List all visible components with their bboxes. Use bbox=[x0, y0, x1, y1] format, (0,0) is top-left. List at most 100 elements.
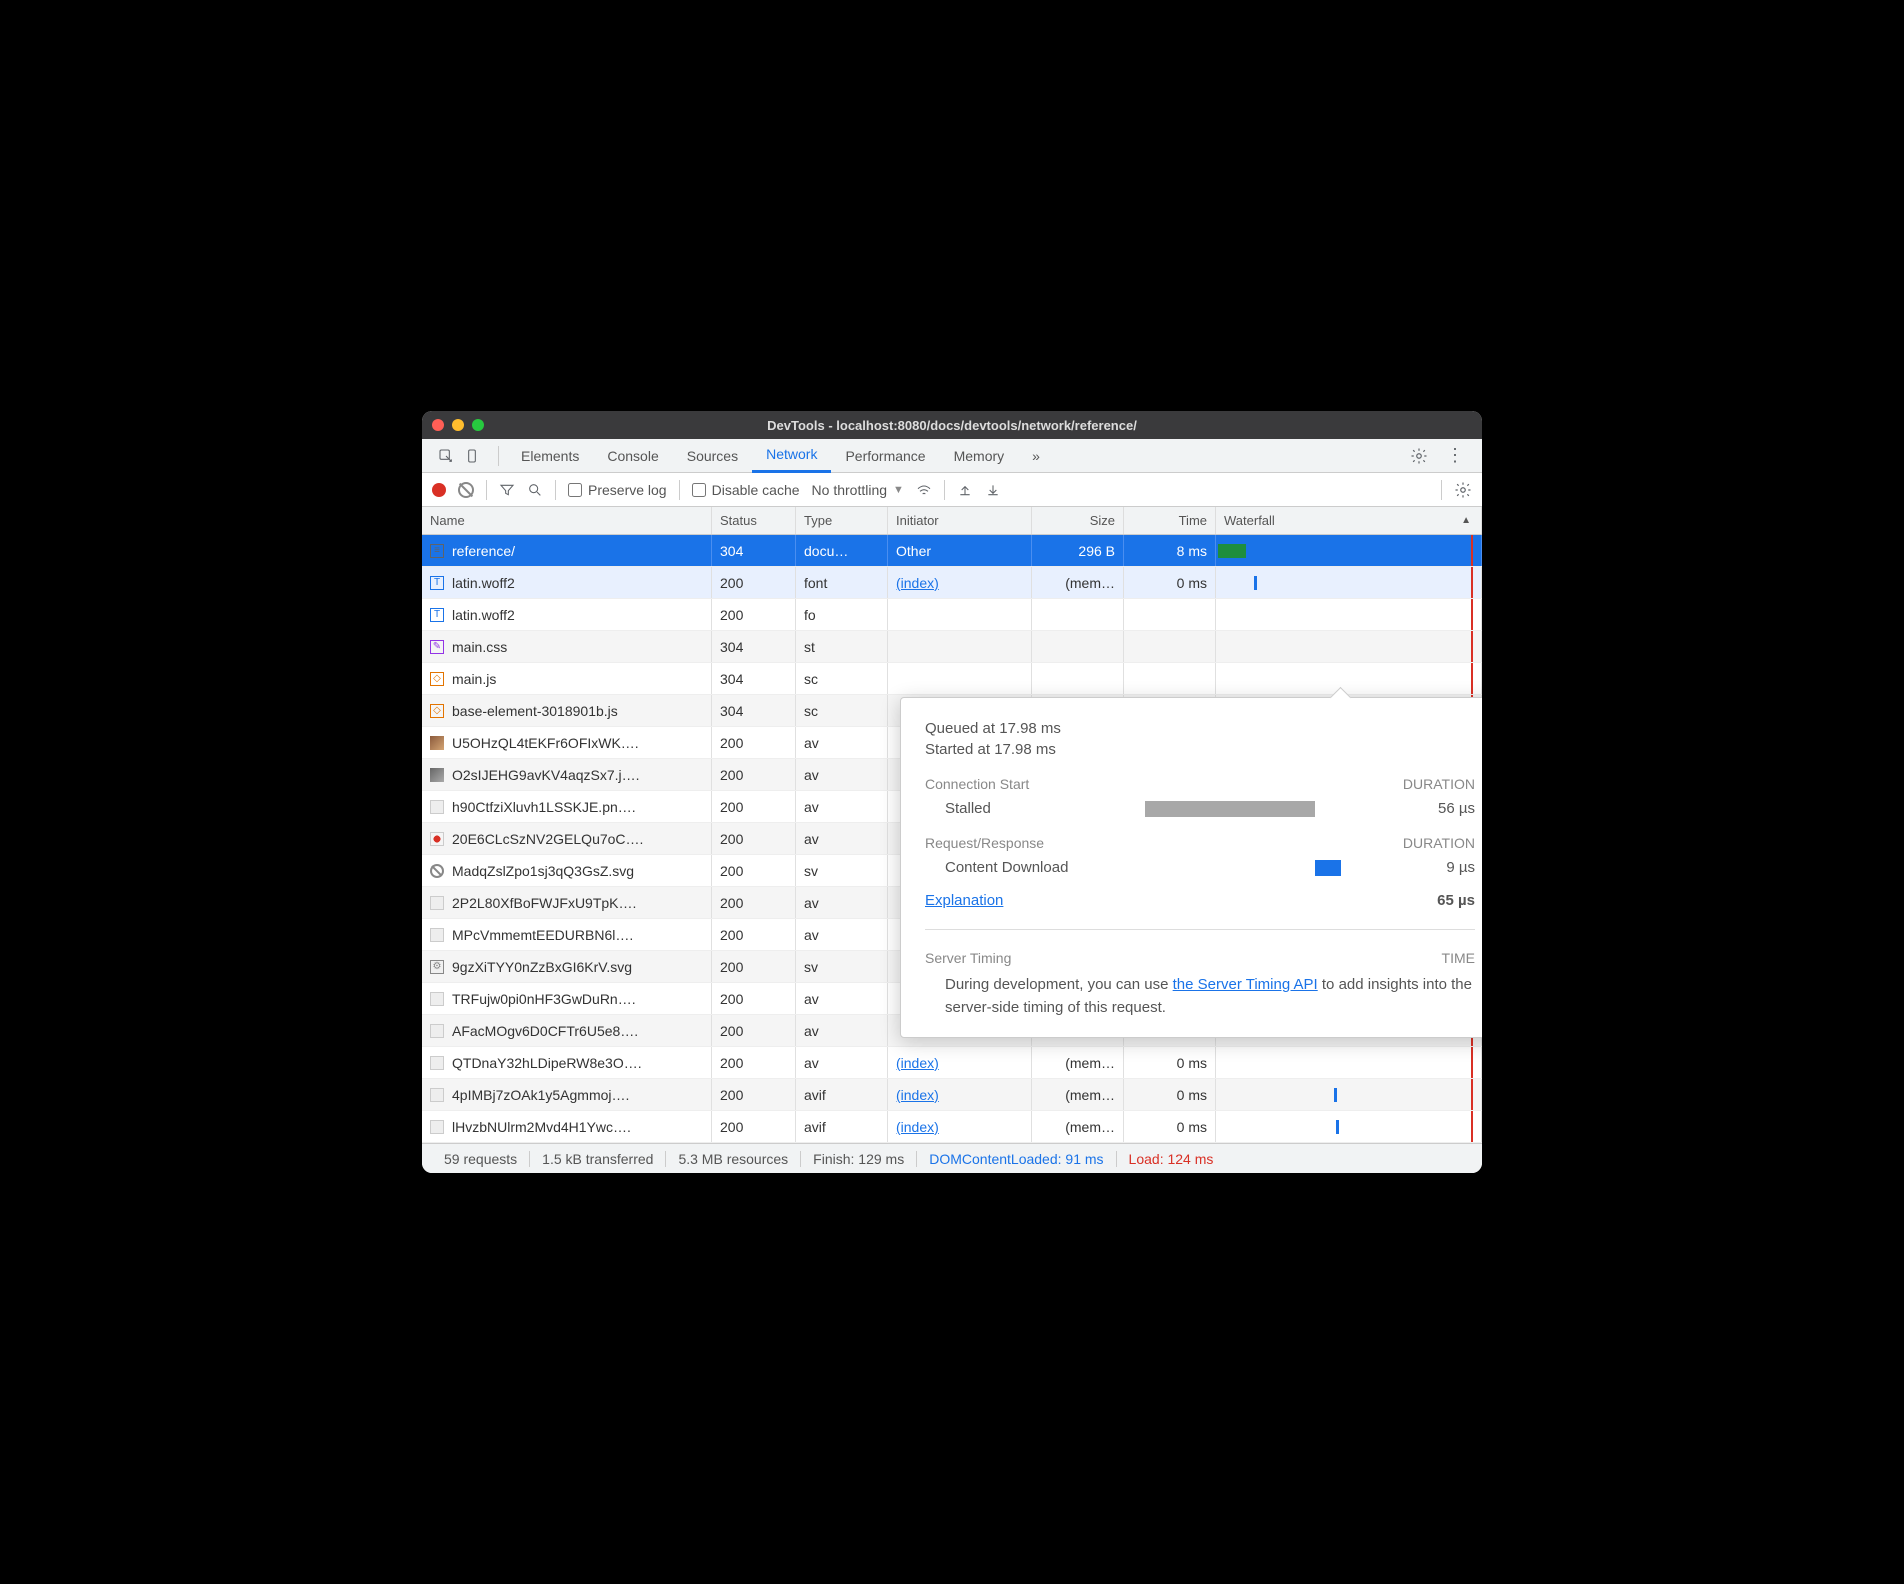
cell-name: ✎main.css bbox=[422, 631, 712, 662]
col-size[interactable]: Size bbox=[1032, 507, 1124, 534]
time-heading: TIME bbox=[1442, 950, 1475, 966]
upload-har-icon[interactable] bbox=[957, 482, 973, 498]
duration-heading: DURATION bbox=[1403, 776, 1475, 792]
request-name: AFacMOgv6D0CFTr6U5e8…. bbox=[452, 1023, 638, 1039]
more-menu-icon[interactable]: ⋮ bbox=[1446, 445, 1464, 466]
cell-size: (mem… bbox=[1032, 1079, 1124, 1110]
tab-sources[interactable]: Sources bbox=[673, 439, 752, 473]
initiator-link[interactable]: (index) bbox=[896, 575, 939, 591]
col-type[interactable]: Type bbox=[796, 507, 888, 534]
queued-at: Queued at 17.98 ms bbox=[925, 720, 1475, 737]
col-initiator[interactable]: Initiator bbox=[888, 507, 1032, 534]
tab-console[interactable]: Console bbox=[593, 439, 672, 473]
request-name: latin.woff2 bbox=[452, 575, 515, 591]
maximize-window-button[interactable] bbox=[472, 419, 484, 431]
cell-type: sc bbox=[796, 695, 888, 726]
table-row[interactable]: ◇main.js304sc bbox=[422, 663, 1482, 695]
cell-type: av bbox=[796, 823, 888, 854]
devtools-window: DevTools - localhost:8080/docs/devtools/… bbox=[422, 411, 1482, 1173]
cell-initiator bbox=[888, 631, 1032, 662]
cell-type: sv bbox=[796, 855, 888, 886]
cell-time: 0 ms bbox=[1124, 1047, 1216, 1078]
download-har-icon[interactable] bbox=[985, 482, 1001, 498]
table-row[interactable]: Tlatin.woff2200font(index)(mem…0 ms bbox=[422, 567, 1482, 599]
table-row[interactable]: ✎main.css304st bbox=[422, 631, 1482, 663]
table-row[interactable]: ≡reference/304docu…Other296 B8 ms bbox=[422, 535, 1482, 567]
settings-icon[interactable] bbox=[1410, 447, 1428, 465]
cell-type: av bbox=[796, 791, 888, 822]
table-row[interactable]: Tlatin.woff2200fo bbox=[422, 599, 1482, 631]
font-icon: T bbox=[430, 576, 444, 590]
server-timing-api-link[interactable]: the Server Timing API bbox=[1173, 976, 1318, 993]
cell-type: av bbox=[796, 727, 888, 758]
col-name[interactable]: Name bbox=[422, 507, 712, 534]
request-name: main.css bbox=[452, 639, 507, 655]
connection-start-heading: Connection Start bbox=[925, 776, 1029, 792]
tab-elements[interactable]: Elements bbox=[507, 439, 593, 473]
request-name: latin.woff2 bbox=[452, 607, 515, 623]
cell-name: ≡reference/ bbox=[422, 535, 712, 566]
network-toolbar: Preserve log Disable cache No throttling… bbox=[422, 473, 1482, 507]
disable-cache-label: Disable cache bbox=[712, 482, 800, 498]
js-icon: ◇ bbox=[430, 704, 444, 718]
table-row[interactable]: QTDnaY32hLDipeRW8e3O….200av(index)(mem…0… bbox=[422, 1047, 1482, 1079]
clear-button[interactable] bbox=[458, 482, 474, 498]
server-timing-text: During development, you can use the Serv… bbox=[925, 974, 1475, 1019]
request-name: MPcVmmemtEEDURBN6l…. bbox=[452, 927, 633, 943]
cell-name: U5OHzQL4tEKFr6OFIxWK…. bbox=[422, 727, 712, 758]
search-icon[interactable] bbox=[527, 482, 543, 498]
cell-name: 20E6CLcSzNV2GELQu7oC…. bbox=[422, 823, 712, 854]
cell-status: 200 bbox=[712, 1047, 796, 1078]
cell-name: ◇base-element-3018901b.js bbox=[422, 695, 712, 726]
request-response-heading: Request/Response bbox=[925, 835, 1044, 851]
cell-status: 200 bbox=[712, 855, 796, 886]
record-button[interactable] bbox=[432, 483, 446, 497]
cell-name: O2sIJEHG9avKV4aqzSx7.j…. bbox=[422, 759, 712, 790]
tab-memory[interactable]: Memory bbox=[940, 439, 1019, 473]
device-toggle-icon[interactable] bbox=[464, 448, 480, 464]
tab-performance[interactable]: Performance bbox=[831, 439, 939, 473]
minimize-window-button[interactable] bbox=[452, 419, 464, 431]
cell-type: av bbox=[796, 983, 888, 1014]
col-waterfall[interactable]: Waterfall ▲ bbox=[1216, 507, 1482, 534]
table-row[interactable]: 4pIMBj7zOAk1y5Agmmoj….200avif(index)(mem… bbox=[422, 1079, 1482, 1111]
started-at: Started at 17.98 ms bbox=[925, 741, 1475, 758]
cell-type: fo bbox=[796, 599, 888, 630]
avatar1-icon bbox=[430, 736, 444, 750]
window-title: DevTools - localhost:8080/docs/devtools/… bbox=[767, 418, 1137, 433]
cell-name: 4pIMBj7zOAk1y5Agmmoj…. bbox=[422, 1079, 712, 1110]
throttling-select[interactable]: No throttling ▼ bbox=[812, 482, 904, 498]
cell-name: Tlatin.woff2 bbox=[422, 567, 712, 598]
request-name: MadqZslZpo1sj3qQ3GsZ.svg bbox=[452, 863, 634, 879]
col-status[interactable]: Status bbox=[712, 507, 796, 534]
cell-waterfall bbox=[1216, 1079, 1482, 1110]
close-window-button[interactable] bbox=[432, 419, 444, 431]
cell-status: 304 bbox=[712, 663, 796, 694]
initiator-link[interactable]: (index) bbox=[896, 1055, 939, 1071]
initiator-link[interactable]: (index) bbox=[896, 1119, 939, 1135]
server-timing-heading: Server Timing bbox=[925, 950, 1011, 966]
table-row[interactable]: lHvzbNUlrm2Mvd4H1Ywc….200avif(index)(mem… bbox=[422, 1111, 1482, 1143]
tab-bar: Elements Console Sources Network Perform… bbox=[422, 439, 1482, 473]
col-time[interactable]: Time bbox=[1124, 507, 1216, 534]
cell-type: avif bbox=[796, 1079, 888, 1110]
explanation-link[interactable]: Explanation bbox=[925, 892, 1003, 909]
cell-time: 0 ms bbox=[1124, 1111, 1216, 1142]
disable-cache-checkbox[interactable]: Disable cache bbox=[692, 482, 800, 498]
request-name: main.js bbox=[452, 671, 496, 687]
avatar2-icon bbox=[430, 768, 444, 782]
load-time: Load: 124 ms bbox=[1117, 1151, 1226, 1167]
tab-overflow[interactable]: » bbox=[1018, 439, 1054, 473]
preserve-log-checkbox[interactable]: Preserve log bbox=[568, 482, 667, 498]
network-settings-icon[interactable] bbox=[1454, 481, 1472, 499]
cell-type: font bbox=[796, 567, 888, 598]
inspect-icon[interactable] bbox=[438, 448, 454, 464]
cell-waterfall bbox=[1216, 535, 1482, 566]
cell-initiator: (index) bbox=[888, 1047, 1032, 1078]
tab-network[interactable]: Network bbox=[752, 439, 831, 473]
filter-icon[interactable] bbox=[499, 482, 515, 498]
network-conditions-icon[interactable] bbox=[916, 482, 932, 498]
cell-initiator bbox=[888, 663, 1032, 694]
cell-name: ◇main.js bbox=[422, 663, 712, 694]
initiator-link[interactable]: (index) bbox=[896, 1087, 939, 1103]
